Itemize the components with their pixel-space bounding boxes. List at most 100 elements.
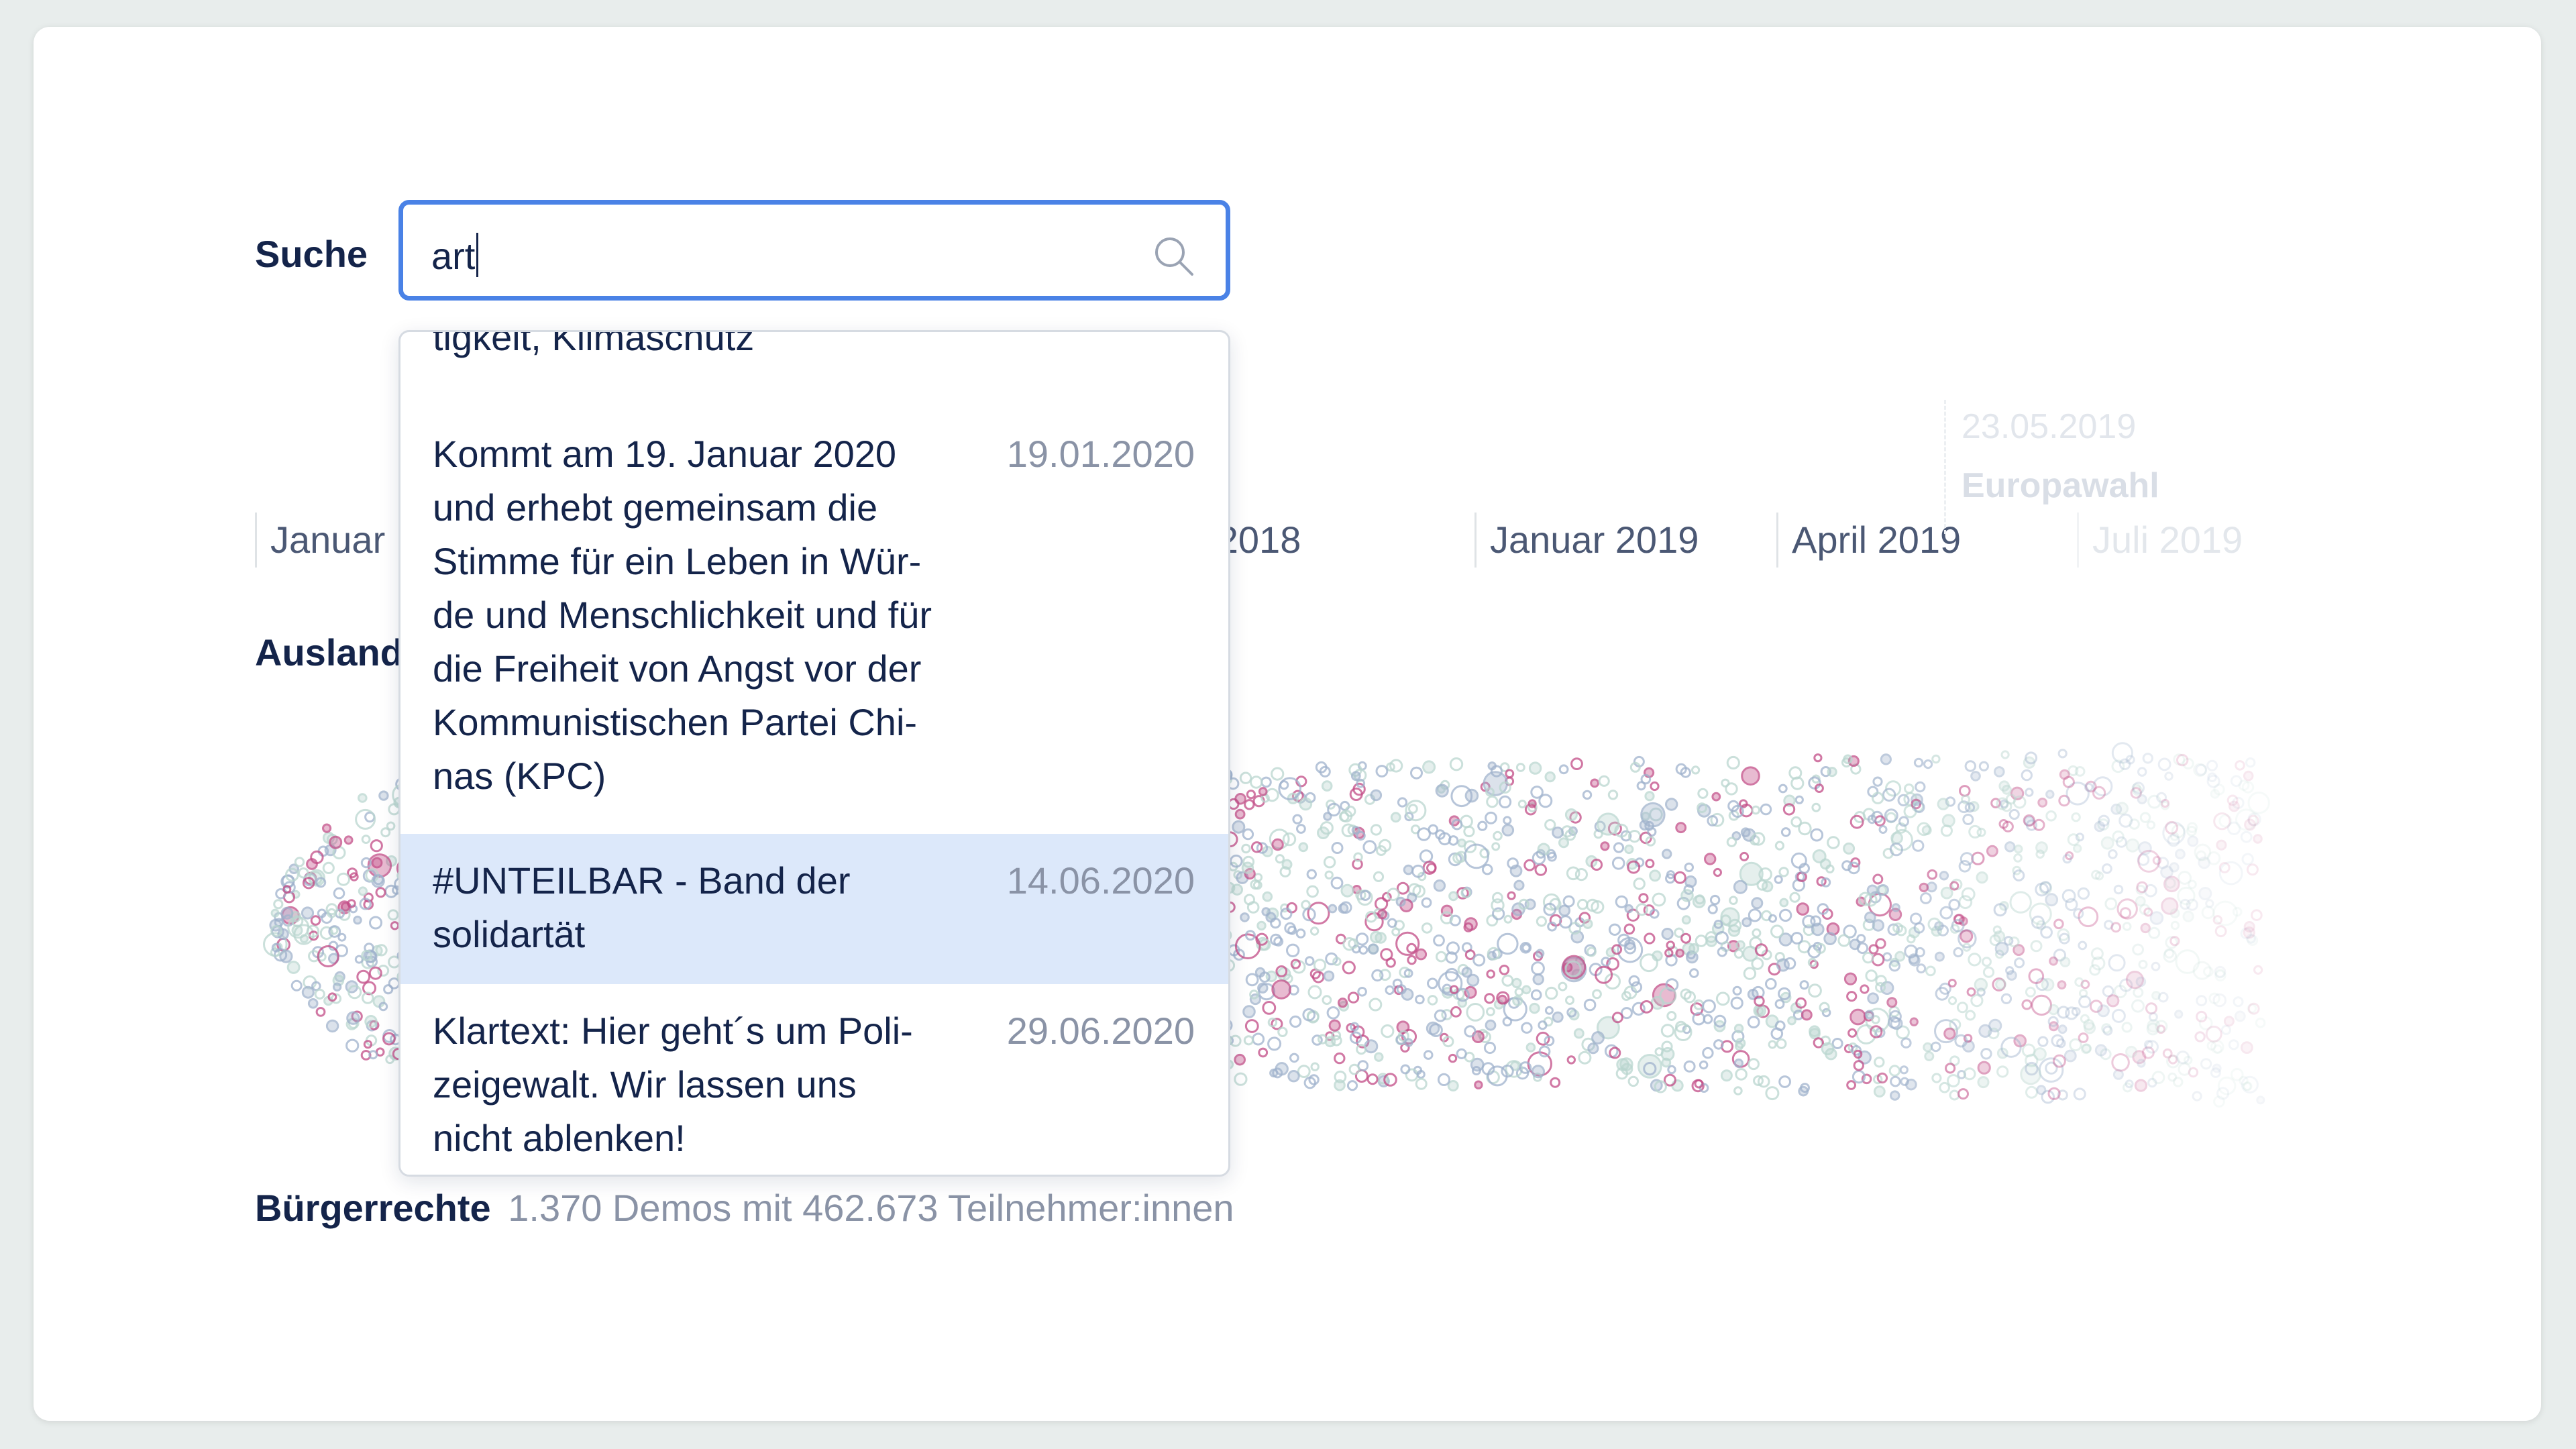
demo-dot bbox=[1445, 967, 1459, 982]
demo-dot bbox=[1890, 1075, 1901, 1087]
demo-dot bbox=[2008, 808, 2020, 820]
demo-dot bbox=[315, 1007, 326, 1017]
demo-dot bbox=[2214, 925, 2227, 938]
demo-dot bbox=[2037, 798, 2048, 808]
demo-dot bbox=[1790, 852, 1807, 869]
search-input[interactable]: art bbox=[398, 200, 1230, 301]
demo-dot bbox=[1503, 914, 1513, 924]
demo-dot bbox=[346, 1011, 360, 1025]
demo-dot bbox=[1515, 763, 1525, 772]
suggestion-title: #UNTEILBAR - Band der solidartät bbox=[433, 859, 851, 955]
suggestion-item[interactable]: Kommt am 19. Januar 2020 und erhebt geme… bbox=[400, 392, 1228, 815]
demo-dot bbox=[1558, 837, 1569, 849]
demo-dot bbox=[332, 982, 342, 991]
demo-dot bbox=[1699, 1060, 1709, 1070]
demo-dot bbox=[2200, 1058, 2212, 1070]
demo-dot bbox=[290, 979, 303, 991]
demo-dot bbox=[1544, 1006, 1554, 1015]
demo-dot bbox=[1271, 838, 1284, 851]
demo-dot bbox=[1340, 883, 1354, 898]
demo-dot bbox=[2100, 836, 2114, 850]
demo-dot bbox=[1234, 1053, 1246, 1066]
demo-dot bbox=[1709, 894, 1721, 906]
suggestion-item[interactable]: Klartext: Hier geht´s um Poli- zeigewalt… bbox=[400, 984, 1228, 1175]
demo-dot bbox=[1977, 1061, 1991, 1075]
demo-dot bbox=[1558, 981, 1568, 991]
demo-dot bbox=[1962, 814, 1974, 825]
demo-dot bbox=[1947, 996, 1957, 1006]
demo-dot bbox=[1823, 932, 1837, 945]
demo-dot bbox=[1607, 790, 1619, 800]
demo-dot bbox=[1921, 825, 1932, 836]
demo-dot bbox=[1751, 897, 1764, 910]
demo-dot bbox=[2194, 1031, 2206, 1042]
demo-dot bbox=[1680, 889, 1694, 902]
demo-dot bbox=[322, 823, 332, 833]
demo-dot bbox=[1243, 1035, 1254, 1046]
demo-dot bbox=[2210, 789, 2220, 799]
demo-dot bbox=[1774, 841, 1784, 851]
search-input-value[interactable]: art bbox=[431, 233, 479, 278]
demo-dot bbox=[2104, 897, 2118, 910]
demo-dot bbox=[1635, 903, 1649, 916]
demo-dot bbox=[1633, 877, 1646, 890]
suggestion-partial-item[interactable]: tigkeit, Klimaschutz bbox=[433, 332, 754, 364]
demo-dot bbox=[1337, 998, 1348, 1008]
demo-dot bbox=[1697, 788, 1709, 799]
demo-dot bbox=[2138, 841, 2152, 855]
demo-dot bbox=[1982, 966, 1995, 978]
demo-dot bbox=[2216, 839, 2227, 851]
demo-dot bbox=[2151, 1071, 2165, 1085]
demo-dot bbox=[2201, 906, 2215, 920]
demo-dot bbox=[1864, 911, 1876, 924]
demo-dot bbox=[1943, 1027, 1956, 1040]
demo-dot bbox=[1644, 932, 1656, 945]
demo-dot bbox=[1613, 842, 1625, 853]
demo-dot bbox=[1660, 1046, 1675, 1061]
demo-dot bbox=[1947, 1074, 1960, 1087]
demo-dot bbox=[2031, 994, 2053, 1016]
search-suggestions-dropdown[interactable]: tigkeit, Klimaschutz Kommt am 19. Januar… bbox=[398, 330, 1230, 1177]
demo-dot bbox=[1882, 952, 1892, 962]
demo-dot bbox=[2218, 861, 2243, 885]
demo-dot bbox=[333, 887, 345, 900]
demo-dot bbox=[1660, 1024, 1675, 1038]
demo-dot bbox=[1776, 958, 1790, 972]
demo-dot bbox=[1615, 895, 1628, 908]
demo-dot bbox=[1385, 985, 1395, 996]
demo-dot bbox=[1466, 1003, 1485, 1022]
suggestion-date: 14.06.2020 bbox=[1006, 859, 1195, 902]
demo-dot bbox=[337, 872, 350, 886]
demo-dot bbox=[314, 988, 325, 1000]
demo-dot bbox=[282, 885, 292, 894]
demo-dot bbox=[2121, 1022, 2133, 1033]
demo-dot bbox=[2196, 995, 2208, 1007]
demo-dot bbox=[2233, 996, 2244, 1008]
demo-dot bbox=[1846, 1080, 1857, 1090]
demo-dot bbox=[2021, 769, 2033, 782]
demo-dot bbox=[1978, 1024, 1992, 1038]
demo-dot bbox=[1552, 826, 1564, 839]
demo-dot bbox=[2041, 977, 2055, 991]
demo-dot bbox=[1947, 979, 1957, 987]
demo-dot bbox=[1299, 797, 1313, 811]
demo-dot bbox=[2145, 1002, 2157, 1015]
demo-dot bbox=[2000, 750, 2010, 759]
demo-dot bbox=[2163, 875, 2180, 893]
demo-dot bbox=[1545, 986, 1558, 1000]
demo-dot bbox=[1346, 1080, 1358, 1091]
demo-dot bbox=[1894, 951, 1906, 962]
demo-dot bbox=[1558, 764, 1569, 775]
suggestion-item-selected[interactable]: #UNTEILBAR - Band der solidartät 14.06.2… bbox=[400, 834, 1228, 984]
demo-dot bbox=[1521, 985, 1532, 995]
demo-dot bbox=[1415, 994, 1425, 1005]
demo-dot bbox=[2172, 1077, 2184, 1087]
demo-dot bbox=[2240, 830, 2253, 843]
demo-dot bbox=[1776, 1038, 1787, 1049]
demo-dot bbox=[1373, 871, 1385, 883]
demo-dot bbox=[1250, 775, 1263, 789]
search-icon[interactable] bbox=[1152, 234, 1196, 278]
demo-dot bbox=[2049, 956, 2058, 966]
demo-dot bbox=[1328, 904, 1338, 914]
demo-dot bbox=[1939, 871, 1949, 881]
